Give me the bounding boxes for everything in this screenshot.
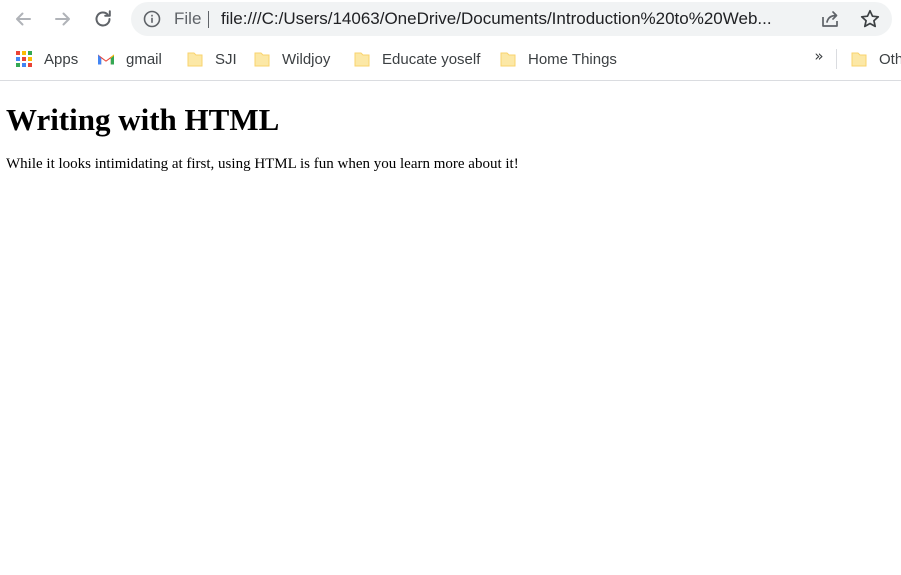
folder-icon bbox=[354, 52, 370, 67]
share-button[interactable] bbox=[818, 7, 842, 31]
bookmark-label: Educate yoself bbox=[382, 50, 481, 68]
back-arrow-icon bbox=[16, 12, 31, 26]
bookmarks-bar: Apps gmail SJI Wildjoy Educate yoself Ho… bbox=[0, 38, 901, 81]
reload-icon bbox=[95, 10, 111, 27]
page-content: Writing with HTML While it looks intimid… bbox=[0, 82, 901, 575]
forward-button[interactable] bbox=[48, 4, 78, 34]
bookmark-label: Apps bbox=[44, 50, 79, 68]
url-text[interactable]: file:///C:/Users/14063/OneDrive/Document… bbox=[221, 9, 799, 29]
back-button[interactable] bbox=[8, 4, 38, 34]
page-paragraph: While it looks intimidating at first, us… bbox=[6, 156, 519, 172]
share-icon bbox=[822, 11, 838, 27]
bookmark-folder-educate-yoself[interactable]: Educate yoself bbox=[353, 48, 480, 70]
bookmark-gmail[interactable]: gmail bbox=[97, 48, 162, 70]
forward-arrow-icon bbox=[55, 12, 70, 26]
folder-icon bbox=[851, 52, 867, 67]
page-heading: Writing with HTML bbox=[6, 102, 280, 137]
folder-icon bbox=[254, 52, 270, 67]
info-icon[interactable] bbox=[143, 10, 161, 28]
address-bar[interactable]: File file:///C:/Users/14063/OneDrive/Doc… bbox=[131, 2, 892, 36]
url-separator bbox=[208, 11, 209, 28]
reload-button[interactable] bbox=[88, 4, 118, 34]
bookmark-label: Wildjoy bbox=[282, 50, 331, 68]
folder-icon bbox=[500, 52, 516, 67]
bookmark-label: gmail bbox=[126, 50, 162, 68]
browser-toolbar: File file:///C:/Users/14063/OneDrive/Doc… bbox=[0, 0, 901, 38]
bookmark-apps[interactable]: Apps bbox=[15, 48, 78, 70]
bookmark-label: SJI bbox=[215, 50, 237, 68]
bookmark-label: Home Things bbox=[528, 50, 617, 68]
bookmark-folder-sji[interactable]: SJI bbox=[186, 48, 237, 70]
bookmark-folder-home-things[interactable]: Home Things bbox=[499, 48, 617, 70]
bookmark-label: Oth bbox=[879, 50, 901, 68]
bookmark-folder-wildjoy[interactable]: Wildjoy bbox=[253, 48, 330, 70]
bookmark-folder-other[interactable]: Oth bbox=[850, 48, 901, 70]
bookmarks-divider bbox=[836, 49, 837, 69]
folder-icon bbox=[187, 52, 203, 67]
url-scheme-label: File bbox=[174, 9, 202, 28]
star-icon bbox=[860, 9, 880, 28]
bookmark-star-button[interactable] bbox=[858, 7, 882, 31]
bookmarks-overflow-button[interactable]: » bbox=[811, 47, 827, 65]
gmail-icon bbox=[98, 54, 114, 65]
apps-grid-icon bbox=[16, 51, 32, 67]
